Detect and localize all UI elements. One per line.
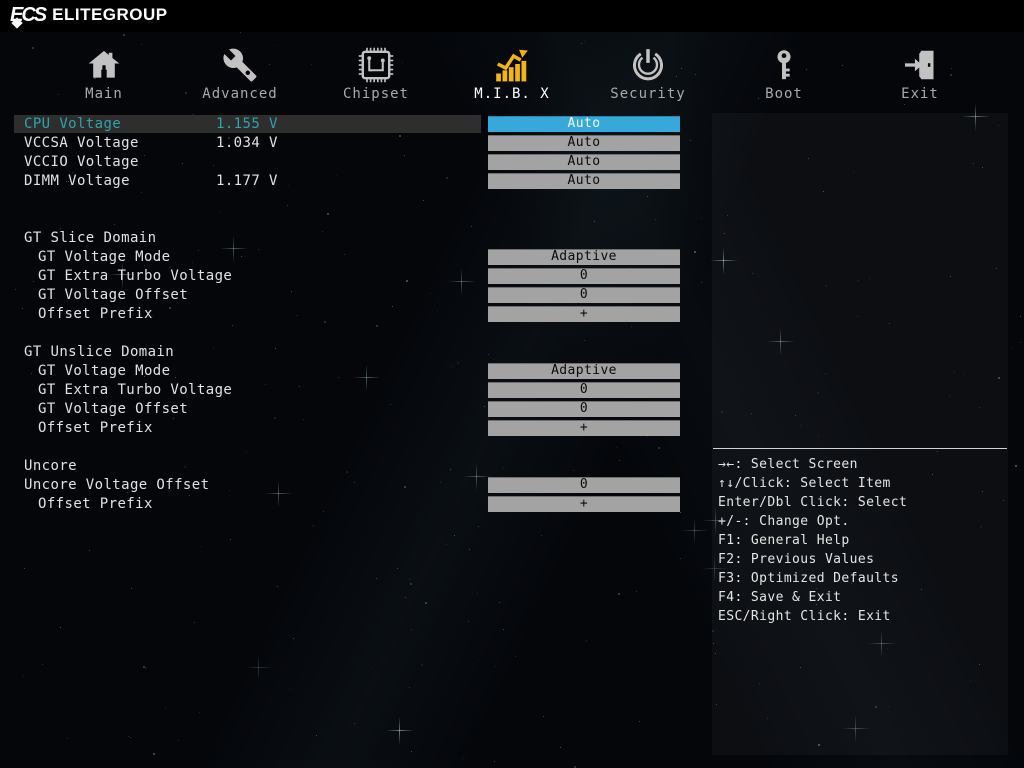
home-icon — [85, 41, 123, 83]
settings-row[interactable]: DIMM Voltage 1.177 V Auto — [14, 172, 680, 191]
row-spacer — [14, 438, 680, 457]
tab-bar: Main Advanced Chipset M.I.B. X Security … — [36, 36, 988, 102]
settings-row[interactable]: Offset Prefix + — [14, 419, 680, 438]
help-line: F4: Save & Exit — [718, 590, 842, 605]
ecs-logo: ECS ELITEGROUP — [10, 5, 168, 25]
help-line: F3: Optimized Defaults — [718, 571, 899, 586]
setting-control[interactable]: Adaptive — [488, 249, 680, 265]
setting-control[interactable]: 0 — [488, 287, 680, 303]
setting-control[interactable]: 0 — [488, 268, 680, 284]
setting-control[interactable]: + — [488, 306, 680, 322]
settings-row[interactable]: GT Voltage Offset 0 — [14, 400, 680, 419]
settings-row[interactable]: GT Extra Turbo Voltage 0 — [14, 381, 680, 400]
setting-label[interactable]: VCCSA Voltage — [24, 135, 139, 151]
section-header-row: GT Unslice Domain — [14, 343, 680, 362]
help-line: Enter/Dbl Click: Select — [718, 495, 908, 510]
section-header-row: Uncore — [14, 457, 680, 476]
exit-icon — [901, 41, 939, 83]
tab-security[interactable]: Security — [580, 36, 716, 102]
setting-control[interactable]: 0 — [488, 401, 680, 417]
section-header-label: GT Unslice Domain — [24, 344, 175, 360]
setting-label[interactable]: GT Voltage Mode — [38, 249, 170, 265]
section-header-row: GT Slice Domain — [14, 229, 680, 248]
settings-panel: CPU Voltage 1.155 V Auto VCCSA Voltage 1.034… — [14, 115, 680, 514]
help-legend: →←: Select Screen ↑↓/Click: Select Item En… — [718, 457, 1004, 628]
setting-control[interactable]: Auto — [488, 173, 680, 189]
section-header-label: Uncore — [24, 458, 77, 474]
setting-label[interactable]: Offset Prefix — [38, 420, 153, 436]
settings-row[interactable]: Offset Prefix + — [14, 305, 680, 324]
setting-control[interactable]: Auto — [488, 135, 680, 151]
setting-label[interactable]: CPU Voltage — [24, 116, 121, 132]
tab-label: Chipset — [342, 86, 409, 102]
setting-label[interactable]: GT Voltage Offset — [38, 287, 188, 303]
help-line: ESC/Right Click: Exit — [718, 609, 891, 624]
tab-label: Security — [610, 86, 686, 102]
setting-control[interactable]: 0 — [488, 477, 680, 493]
setting-label[interactable]: GT Extra Turbo Voltage — [38, 382, 232, 398]
setting-label[interactable]: GT Voltage Offset — [38, 401, 188, 417]
tab-advanced[interactable]: Advanced — [172, 36, 308, 102]
settings-row[interactable]: GT Voltage Mode Adaptive — [14, 248, 680, 267]
tab-chipset[interactable]: Chipset — [308, 36, 444, 102]
brand-name: ELITEGROUP — [52, 5, 168, 24]
help-line: F1: General Help — [718, 533, 850, 548]
setting-label[interactable]: VCCIO Voltage — [24, 154, 139, 170]
settings-row[interactable]: CPU Voltage 1.155 V Auto — [14, 115, 680, 134]
setting-label[interactable]: GT Voltage Mode — [38, 363, 170, 379]
tab-main[interactable]: Main — [36, 36, 172, 102]
security-icon — [629, 41, 667, 83]
setting-control[interactable]: Auto — [488, 116, 680, 132]
info-panel: →←: Select Screen ↑↓/Click: Select Item En… — [712, 113, 1008, 755]
setting-value: 1.155 V — [216, 116, 278, 132]
chip-icon — [357, 41, 395, 83]
setting-control[interactable]: + — [488, 496, 680, 512]
key-icon — [767, 41, 801, 83]
help-line: →←: Select Screen — [718, 457, 858, 472]
setting-control[interactable]: 0 — [488, 382, 680, 398]
tab-boot[interactable]: Boot — [716, 36, 852, 102]
tab-exit[interactable]: Exit — [852, 36, 988, 102]
wrench-icon — [222, 41, 258, 83]
setting-control[interactable]: + — [488, 420, 680, 436]
help-line: +/-: Change Opt. — [718, 514, 850, 529]
setting-label[interactable]: Offset Prefix — [38, 306, 153, 322]
setting-control[interactable]: Adaptive — [488, 363, 680, 379]
tab-label: Boot — [765, 86, 803, 102]
settings-row[interactable]: Uncore Voltage Offset 0 — [14, 476, 680, 495]
setting-label[interactable]: Uncore Voltage Offset — [24, 477, 209, 493]
setting-control[interactable]: Auto — [488, 154, 680, 170]
tab-label: M.I.B. X — [474, 86, 550, 102]
tab-mib-x[interactable]: M.I.B. X — [444, 36, 580, 102]
settings-row[interactable]: VCCIO Voltage Auto — [14, 153, 680, 172]
tab-label: Advanced — [202, 86, 278, 102]
row-spacer — [14, 324, 680, 343]
section-header-label: GT Slice Domain — [24, 230, 157, 246]
setting-value: 1.034 V — [216, 135, 278, 151]
tab-label: Exit — [901, 86, 939, 102]
settings-row[interactable]: GT Voltage Mode Adaptive — [14, 362, 680, 381]
row-spacer — [14, 210, 680, 229]
settings-row[interactable]: GT Voltage Offset 0 — [14, 286, 680, 305]
ecs-logo-mark: ECS — [10, 4, 47, 26]
help-divider — [713, 448, 1007, 449]
settings-row[interactable]: Offset Prefix + — [14, 495, 680, 514]
tab-label: Main — [85, 86, 123, 102]
top-bar: ECS ELITEGROUP — [0, 0, 1024, 32]
setting-label[interactable]: Offset Prefix — [38, 496, 153, 512]
chart-icon — [492, 41, 532, 83]
setting-label[interactable]: DIMM Voltage — [24, 173, 130, 189]
row-spacer — [14, 191, 680, 210]
help-line: ↑↓/Click: Select Item — [718, 476, 891, 491]
settings-row[interactable]: GT Extra Turbo Voltage 0 — [14, 267, 680, 286]
settings-row[interactable]: VCCSA Voltage 1.034 V Auto — [14, 134, 680, 153]
setting-label[interactable]: GT Extra Turbo Voltage — [38, 268, 232, 284]
setting-value: 1.177 V — [216, 173, 278, 189]
help-line: F2: Previous Values — [718, 552, 875, 567]
